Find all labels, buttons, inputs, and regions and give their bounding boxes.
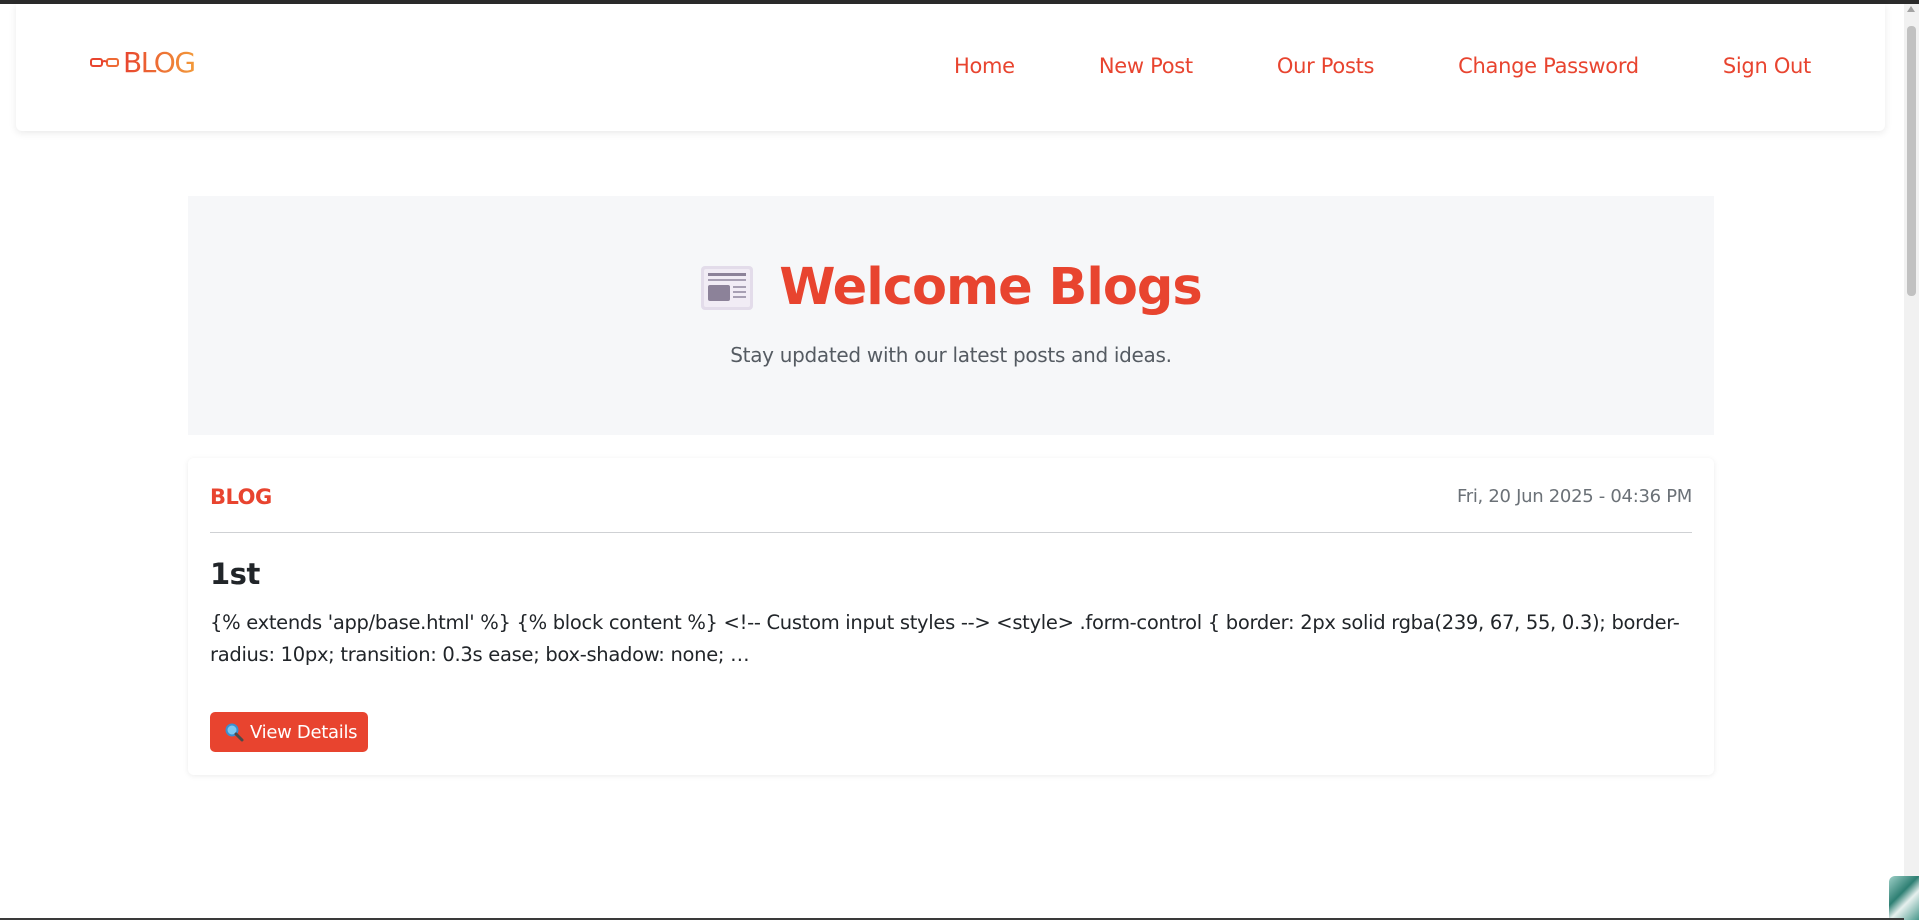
scroll-up-arrow-icon[interactable] (1907, 6, 1915, 12)
post-card: BLOG Fri, 20 Jun 2025 - 04:36 PM 1st {% … (188, 458, 1714, 775)
main-nav: Home New Post Our Posts Change Password … (954, 56, 1811, 77)
nav-new-post-link[interactable]: New Post (1099, 56, 1193, 77)
vertical-scrollbar[interactable] (1904, 4, 1919, 920)
navbar: BLOG Home New Post Our Posts Change Pass… (16, 4, 1885, 131)
scrollbar-thumb[interactable] (1907, 26, 1916, 296)
post-date: Fri, 20 Jun 2025 - 04:36 PM (1457, 486, 1692, 507)
post-excerpt: {% extends 'app/base.html' %} {% block c… (210, 611, 1680, 666)
nav-sign-out-link[interactable]: Sign Out (1723, 56, 1811, 77)
nav-our-posts-link[interactable]: Our Posts (1277, 56, 1375, 77)
post-divider (210, 532, 1692, 533)
post-title: 1st (210, 557, 260, 591)
hero-banner: Welcome Blogs Stay updated with our late… (188, 196, 1714, 435)
post-category-label: BLOG (210, 485, 272, 509)
view-details-button[interactable]: View Details (210, 712, 369, 752)
nav-change-password-link[interactable]: Change Password (1458, 56, 1639, 77)
nav-home-link[interactable]: Home (954, 56, 1015, 77)
hero-title: Welcome Blogs (779, 258, 1203, 317)
brand-label: BLOG (123, 46, 196, 79)
magnifying-glass-icon (225, 723, 244, 742)
newspaper-icon (701, 265, 754, 310)
brand-logo-link[interactable]: BLOG (90, 46, 196, 79)
glasses-icon (90, 58, 119, 67)
view-details-label: View Details (250, 721, 358, 743)
hero-title-row: Welcome Blogs (188, 262, 1714, 313)
hero-subtitle: Stay updated with our latest posts and i… (730, 343, 1172, 367)
corner-widget-icon[interactable] (1889, 876, 1919, 920)
